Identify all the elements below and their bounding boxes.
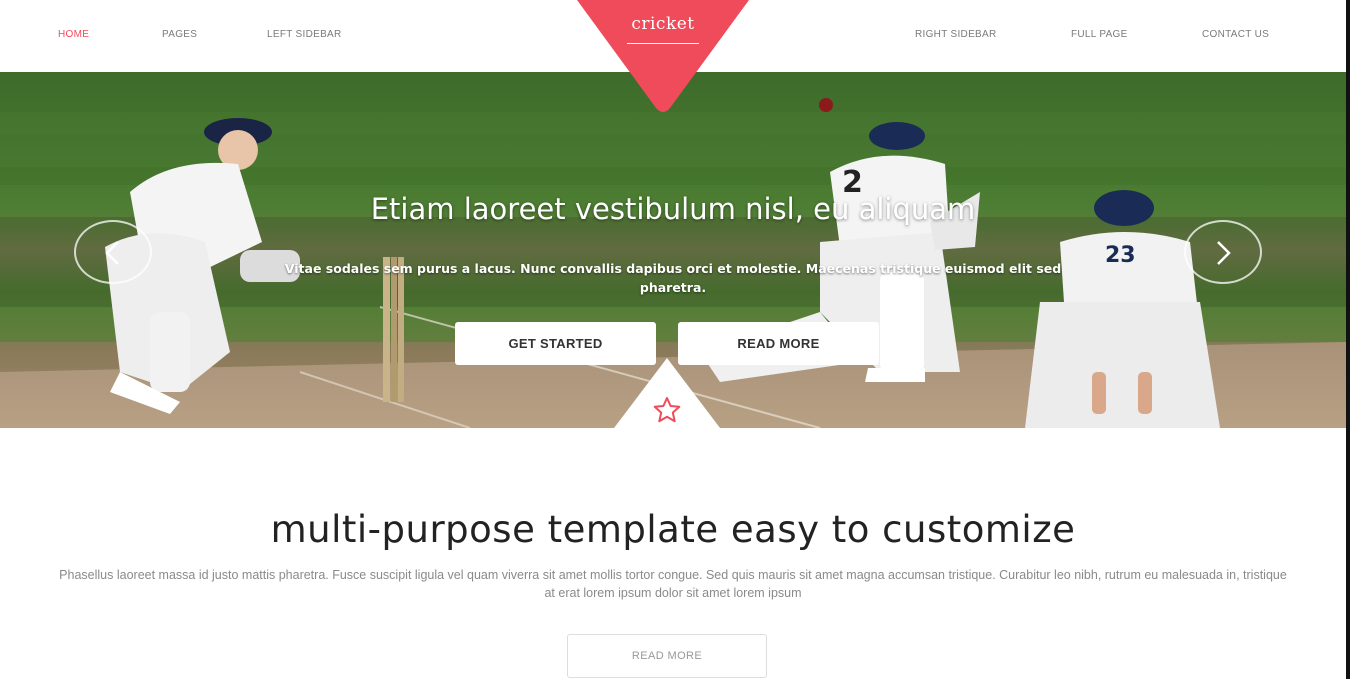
nav-item-home[interactable]: HOME — [58, 29, 89, 40]
star-badge — [614, 358, 720, 428]
slider-prev-button[interactable] — [74, 220, 152, 284]
hero-title: Etiam laoreet vestibulum nisl, eu aliqua… — [370, 192, 976, 226]
hero-subtitle: Vitae sodales sem purus a lacus. Nunc co… — [284, 261, 1062, 295]
section-heading: multi-purpose template easy to customize — [270, 508, 1076, 551]
nav-item-pages[interactable]: PAGES — [162, 29, 197, 40]
fielder-number: 23 — [1105, 243, 1136, 268]
read-more-button[interactable]: READ MORE — [567, 634, 767, 678]
logo-underline — [627, 43, 699, 44]
nav-item-contact-us[interactable]: CONTACT US — [1202, 29, 1269, 40]
slider-next-button[interactable] — [1184, 220, 1262, 284]
site-logo[interactable]: cricket — [577, 14, 749, 34]
nav-item-left-sidebar[interactable]: LEFT SIDEBAR — [267, 29, 342, 40]
chevron-right-icon — [1217, 241, 1231, 265]
chevron-left-icon — [105, 241, 119, 265]
window-edge — [1346, 0, 1350, 679]
section-paragraph: Phasellus laoreet massa id justo mattis … — [59, 568, 1287, 600]
nav-item-right-sidebar[interactable]: RIGHT SIDEBAR — [915, 29, 997, 40]
nav-item-full-page[interactable]: FULL PAGE — [1071, 29, 1128, 40]
